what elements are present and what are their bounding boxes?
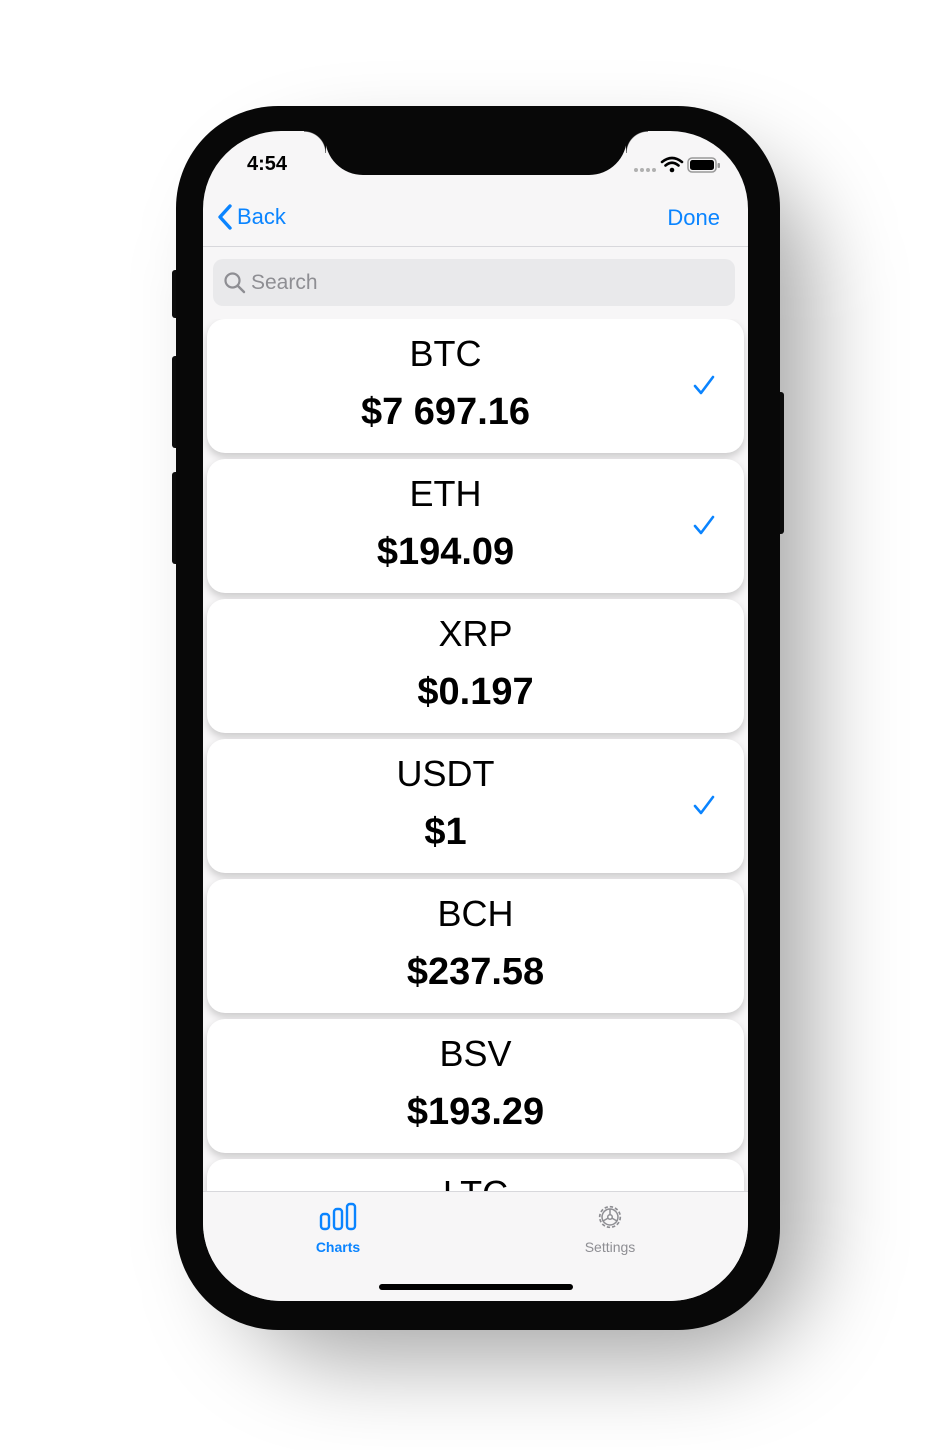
coin-card-xrp[interactable]: XRP $0.197 <box>207 599 744 733</box>
home-indicator <box>379 1284 573 1290</box>
notch <box>304 131 648 175</box>
coin-list[interactable]: BTC $7 697.16 ETH $194.09 XRP $0.197 USD… <box>203 319 748 1191</box>
wifi-icon <box>660 156 684 167</box>
battery-icon <box>687 157 720 173</box>
back-button[interactable]: Back <box>217 203 286 231</box>
coin-price: $1 <box>424 811 467 853</box>
done-button[interactable]: Done <box>667 205 720 231</box>
wifi-dot <box>669 167 675 173</box>
checkmark-icon <box>693 515 715 535</box>
coin-price: $237.58 <box>406 951 545 993</box>
coin-card-eth[interactable]: ETH $194.09 <box>207 459 744 593</box>
coin-price: $194.09 <box>376 531 515 573</box>
app-screen: 4:54 Back Done BTC <box>203 131 748 1301</box>
status-time: 4:54 <box>247 153 288 175</box>
coin-price: $7 697.16 <box>360 391 531 433</box>
navigation-bar: Back Done <box>203 191 748 247</box>
tab-settings[interactable]: Settings <box>550 1202 670 1255</box>
coin-card-usdt[interactable]: USDT $1 <box>207 739 744 873</box>
coin-symbol: ETH <box>409 473 482 514</box>
tab-settings-label: Settings <box>584 1239 636 1255</box>
coin-card-ltc[interactable]: LTC <box>207 1159 744 1191</box>
coin-symbol: BSV <box>439 1033 512 1074</box>
status-icons <box>634 156 720 173</box>
tab-bar: Charts Settings <box>203 1191 748 1301</box>
signal-icon <box>634 168 656 172</box>
checkmark-icon <box>693 795 715 815</box>
tab-charts[interactable]: Charts <box>278 1202 398 1255</box>
coin-symbol: XRP <box>438 613 513 654</box>
search-bar[interactable] <box>213 259 735 306</box>
checkmark-icon <box>693 375 715 395</box>
coin-card-bch[interactable]: BCH $237.58 <box>207 879 744 1013</box>
coin-card-btc[interactable]: BTC $7 697.16 <box>207 319 744 453</box>
coin-card-bsv[interactable]: BSV $193.29 <box>207 1019 744 1153</box>
coin-symbol: BTC <box>409 333 482 374</box>
coin-symbol: LTC <box>207 1173 744 1191</box>
bar-chart-icon <box>319 1202 357 1231</box>
chevron-left-icon <box>218 204 232 230</box>
coin-price: $193.29 <box>406 1091 545 1133</box>
back-label: Back <box>237 204 286 229</box>
coin-symbol: USDT <box>396 753 495 794</box>
gear-icon <box>598 1205 622 1229</box>
search-icon <box>224 272 246 294</box>
search-input[interactable] <box>251 259 721 306</box>
coin-price: $0.197 <box>417 671 534 713</box>
coin-symbol: BCH <box>437 893 514 934</box>
tab-charts-label: Charts <box>315 1239 361 1255</box>
